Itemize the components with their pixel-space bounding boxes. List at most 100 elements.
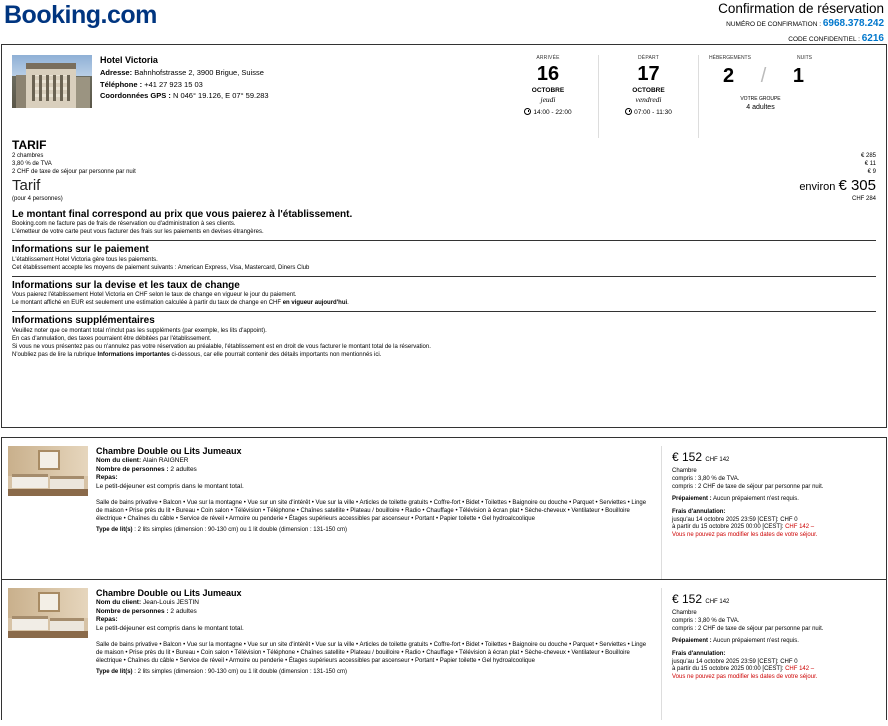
persons-label: Nombre de personnes : (96, 607, 169, 615)
supplementary-bold: Informations importantes (97, 351, 170, 358)
departure-day: 17 (637, 63, 660, 86)
group-label: VOTRE GROUPE (740, 96, 781, 103)
currency-line: Le montant affiché en EUR est seulement … (12, 300, 876, 308)
price-detail: Chambre (672, 468, 697, 474)
hotel-row: Hotel Victoria Adresse: Bahnhofstrasse 2… (12, 45, 876, 138)
room-card: Chambre Double ou Lits Jumeaux Nom du cl… (2, 579, 886, 720)
price-detail: compris : 3,80 % de TVA. (672, 475, 740, 482)
departure-month: OCTOBRE (632, 87, 665, 95)
room-details: Chambre Double ou Lits Jumeaux Nom du cl… (96, 588, 651, 720)
departure-column: DÉPART 17 OCTOBRE vendredi 07:00 - 11:30 (598, 55, 698, 138)
departure-time: 07:00 - 11:30 (599, 107, 698, 117)
hotel-phone: Téléphone : +41 27 923 15 03 (100, 80, 480, 89)
payment-line: Cet établissement accepte les moyens de … (12, 264, 310, 271)
cancellation-line: jusqu'au 14 octobre 2025 23:59 [CEST]: C… (672, 658, 798, 665)
phone-value[interactable]: +41 27 923 15 03 (144, 80, 203, 89)
pin-code-label: CODE CONFIDENTIEL : (788, 35, 860, 43)
currency-end: . (347, 300, 349, 307)
price-line-value: € 11 (864, 160, 876, 167)
hotel-photo (12, 55, 92, 108)
cancellation-text: à partir du 15 octobre 2025 00:00 [CEST]… (672, 666, 786, 673)
logo-text: Booking (4, 1, 101, 29)
departure-label: DÉPART (637, 55, 660, 61)
stay-labels: HÉBERGEMENTS NUITS (703, 55, 818, 61)
total-persons: (pour 4 personnes) (12, 196, 63, 203)
meals-value: Le petit-déjeuner est compris dans le mo… (96, 624, 244, 632)
supplementary-line: Si vous ne vous présentez pas ou n'annul… (12, 343, 431, 350)
hotel-info: Hotel Victoria Adresse: Bahnhofstrasse 2… (100, 55, 480, 138)
cancellation-line: à partir du 15 octobre 2025 00:00 [CEST]… (672, 524, 876, 532)
price-line-value: € 285 (860, 153, 876, 159)
room-price-eur: € 152 (672, 450, 703, 464)
persons-count: Nombre de personnes : 2 adultes (96, 466, 651, 474)
cancellation-line: à partir du 15 octobre 2025 00:00 [CEST]… (672, 666, 876, 674)
confirmation-block: Confirmation de réservation NUMÉRO DE CO… (718, 1, 884, 45)
guest-name: Nom du client: Jean-Louis JESTIN (96, 599, 651, 607)
room-photo (8, 588, 88, 638)
cancellation-text: à partir du 15 octobre 2025 00:00 [CEST]… (672, 524, 786, 531)
arrival-day: 16 (536, 63, 560, 86)
divider (12, 311, 876, 313)
confirmation-number-line: NUMÉRO DE CONFIRMATION : 6968.378.242 (718, 18, 884, 31)
clock-icon (524, 107, 532, 115)
guest-value: Jean-Louis JESTIN (142, 599, 199, 607)
price-detail: compris : 2 CHF de taxe de séjour par pe… (672, 483, 824, 490)
phone-label: Téléphone : (100, 79, 143, 89)
total-price-row: Tarif environ € 305 (12, 177, 876, 196)
prepayment: Prépaiement : Aucun prépaiement n'est re… (672, 638, 876, 646)
room-price-eur: € 152 (672, 592, 703, 606)
currency-text: Le montant affiché en EUR est seulement … (12, 300, 283, 307)
slash-divider: / (760, 65, 767, 88)
nights-count: 1 (792, 65, 804, 88)
arrival-column: ARRIVÉE 16 OCTOBRE jeudi 14:00 - 22:00 (498, 55, 598, 138)
divider (12, 240, 876, 242)
meals-value: Le petit-déjeuner est compris dans le mo… (96, 482, 244, 490)
gps-value: N 046° 19.126, E 07° 59.283 (172, 91, 269, 100)
group-value: 4 adultes (746, 103, 775, 111)
price-detail: compris : 3,80 % de TVA. (672, 617, 740, 624)
bed-type: Type de lit(s) : 2 lits simples (dimensi… (96, 669, 651, 677)
arrival-time: 14:00 - 22:00 (498, 107, 598, 117)
cancellation-note: Vous ne pouvez pas modifier les dates de… (672, 674, 818, 681)
address-label: Adresse: (100, 68, 133, 78)
total-amount: € 305 (838, 177, 876, 195)
price-line-value: € 9 (867, 168, 876, 175)
meals-label: Repas: (96, 474, 118, 482)
cancellation-fee: CHF 142 – (785, 666, 815, 673)
final-line: L'émetteur de votre carte peut vous fact… (12, 229, 264, 236)
price-detail: Chambre (672, 610, 697, 616)
supplementary-line: N'oubliez pas de lire la rubrique Inform… (12, 352, 876, 360)
meals-label: Repas: (96, 616, 118, 624)
arrival-weekday: jeudi (540, 95, 556, 105)
tarif-title: TARIF (12, 138, 47, 152)
prepayment-label: Prépaiement : (672, 496, 712, 503)
arrival-month: OCTOBRE (531, 87, 565, 95)
cancellation-label: Frais d'annulation: (672, 651, 726, 658)
rooms-label: HÉBERGEMENTS (709, 55, 751, 61)
booking-logo[interactable]: Booking.com (4, 0, 157, 31)
price-line: 2 chambres € 285 (12, 153, 876, 161)
room-price-panel: € 152 CHF 142 Chambre compris : 3,80 % d… (661, 588, 876, 720)
cancellation-label: Frais d'annulation: (672, 509, 726, 516)
arrival-time-value: 14:00 - 22:00 (533, 108, 572, 116)
departure-time-value: 07:00 - 11:30 (634, 108, 672, 116)
supplementary-heading: Informations supplémentaires (12, 315, 155, 327)
prepayment: Prépaiement : Aucun prépaiement n'est re… (672, 496, 876, 504)
room-price: € 152 CHF 142 (672, 450, 876, 465)
final-heading: Le montant final correspond au prix que … (12, 208, 353, 220)
cancellation-line: jusqu'au 14 octobre 2025 23:59 [CEST]: C… (672, 516, 798, 523)
payment-heading: Informations sur le paiement (12, 244, 149, 256)
supplementary-line: En cas d'annulation, des taxes pourraien… (12, 335, 212, 342)
confirmation-number-label: NUMÉRO DE CONFIRMATION : (726, 21, 822, 29)
room-name: Chambre Double ou Lits Jumeaux (96, 446, 242, 456)
guest-value: Alain RAIGNER (142, 457, 189, 465)
room-details: Chambre Double ou Lits Jumeaux Nom du cl… (96, 446, 651, 579)
persons-value: 2 adultes (170, 607, 197, 615)
departure-weekday: vendredi (635, 95, 662, 105)
bed-label: Type de lit(s) (96, 668, 133, 675)
clock-icon (625, 107, 633, 115)
page-header: Booking.com Confirmation de réservation … (0, 0, 888, 44)
room-name: Chambre Double ou Lits Jumeaux (96, 588, 242, 598)
prepayment-value: Aucun prépaiement n'est requis. (713, 638, 799, 645)
divider (12, 275, 876, 277)
